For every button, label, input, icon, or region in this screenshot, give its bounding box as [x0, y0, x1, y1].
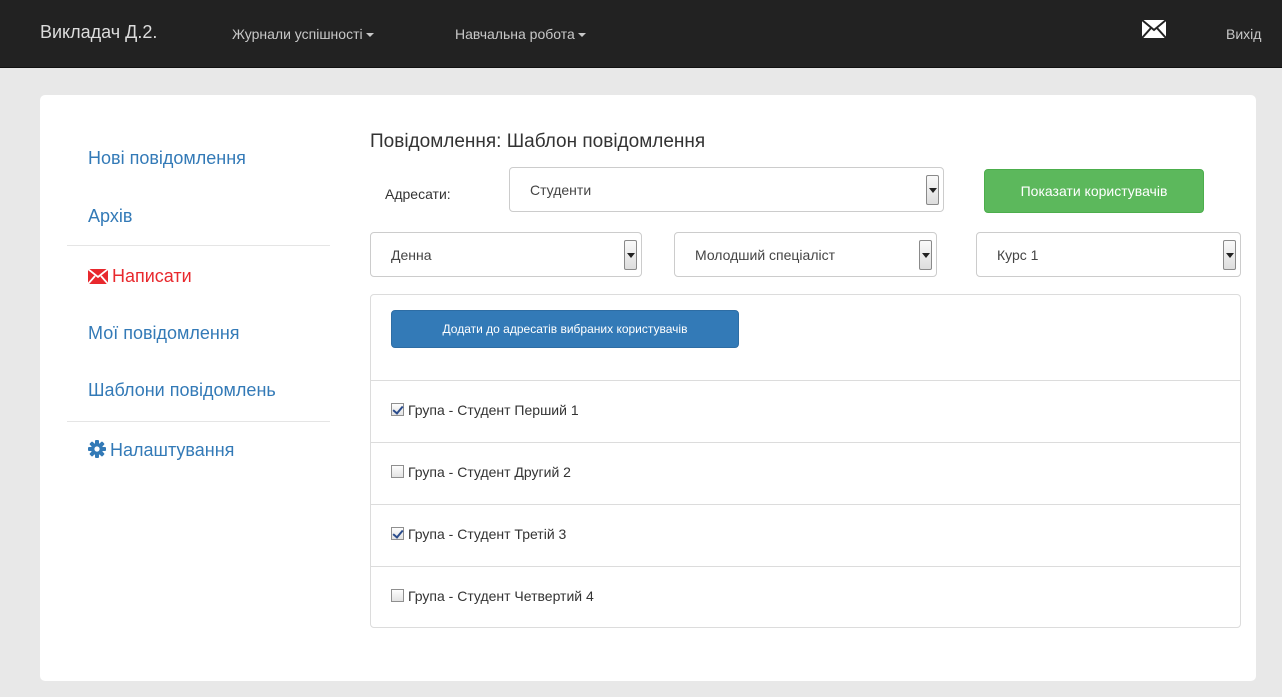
sidebar-item-label: Написати — [112, 266, 192, 286]
study-form-select[interactable]: Денна — [370, 232, 642, 277]
chevron-down-icon — [1223, 240, 1236, 270]
caret-down-icon — [365, 33, 374, 38]
menu-study[interactable]: Навчальна робота — [455, 26, 586, 42]
student-label: Група - Студент Другий 2 — [408, 464, 571, 480]
chevron-down-icon — [926, 175, 939, 205]
envelope-icon[interactable] — [1141, 19, 1167, 39]
student-label: Група - Студент Перший 1 — [408, 402, 579, 418]
sidebar-item-compose[interactable]: Написати — [87, 266, 192, 289]
gear-icon — [88, 440, 106, 463]
student-label: Група - Студент Третій 3 — [408, 526, 567, 542]
sidebar-item-label: Налаштування — [110, 440, 235, 460]
chevron-down-icon — [624, 240, 637, 270]
list-item: Група - Студент Четвертий 4 — [371, 566, 1240, 628]
student-checkbox[interactable] — [391, 403, 404, 416]
chevron-down-icon — [919, 240, 932, 270]
degree-level-value: Молодший спеціаліст — [695, 247, 836, 263]
menu-journals[interactable]: Журнали успішності — [232, 26, 374, 42]
caret-down-icon — [577, 33, 586, 38]
add-to-recipients-button[interactable]: Додати до адресатів вибраних користувачі… — [391, 310, 739, 348]
degree-level-select[interactable]: Молодший спеціаліст — [674, 232, 937, 277]
show-users-button[interactable]: Показати користувачів — [984, 169, 1204, 213]
sidebar-item-my-messages[interactable]: Мої повідомлення — [88, 323, 240, 344]
student-checkbox[interactable] — [391, 589, 404, 602]
recipients-select[interactable]: Студенти — [509, 167, 944, 212]
content-panel: Нові повідомлення Архів Написати Мої пов… — [40, 95, 1256, 681]
brand-user-name[interactable]: Викладач Д.2. — [40, 22, 157, 43]
top-navbar: Викладач Д.2. Журнали успішності Навчаль… — [0, 0, 1282, 68]
student-checkbox[interactable] — [391, 465, 404, 478]
sidebar-item-templates[interactable]: Шаблони повідомлень — [88, 380, 276, 401]
course-select[interactable]: Курс 1 — [976, 232, 1241, 277]
logout-link[interactable]: Вихід — [1226, 26, 1261, 42]
page-title: Повідомлення: Шаблон повідомлення — [370, 131, 706, 152]
course-value: Курс 1 — [997, 247, 1039, 263]
list-item: Група - Студент Третій 3 — [371, 504, 1240, 566]
envelope-icon — [87, 268, 109, 289]
recipients-select-value: Студенти — [530, 182, 592, 198]
student-label: Група - Студент Четвертий 4 — [408, 588, 594, 604]
sidebar-divider — [67, 245, 330, 246]
study-form-value: Денна — [391, 247, 432, 263]
list-item: Група - Студент Другий 2 — [371, 442, 1240, 504]
sidebar-item-archive[interactable]: Архів — [88, 206, 132, 227]
sidebar-item-new-messages[interactable]: Нові повідомлення — [88, 148, 246, 169]
students-list: Додати до адресатів вибраних користувачі… — [370, 294, 1241, 628]
recipients-label: Адресати: — [385, 186, 451, 202]
list-item: Група - Студент Перший 1 — [371, 380, 1240, 442]
sidebar-divider — [67, 421, 330, 422]
menu-study-label: Навчальна робота — [455, 26, 575, 42]
sidebar-item-settings[interactable]: Налаштування — [88, 440, 234, 463]
student-checkbox[interactable] — [391, 527, 404, 540]
menu-journals-label: Журнали успішності — [232, 26, 363, 42]
